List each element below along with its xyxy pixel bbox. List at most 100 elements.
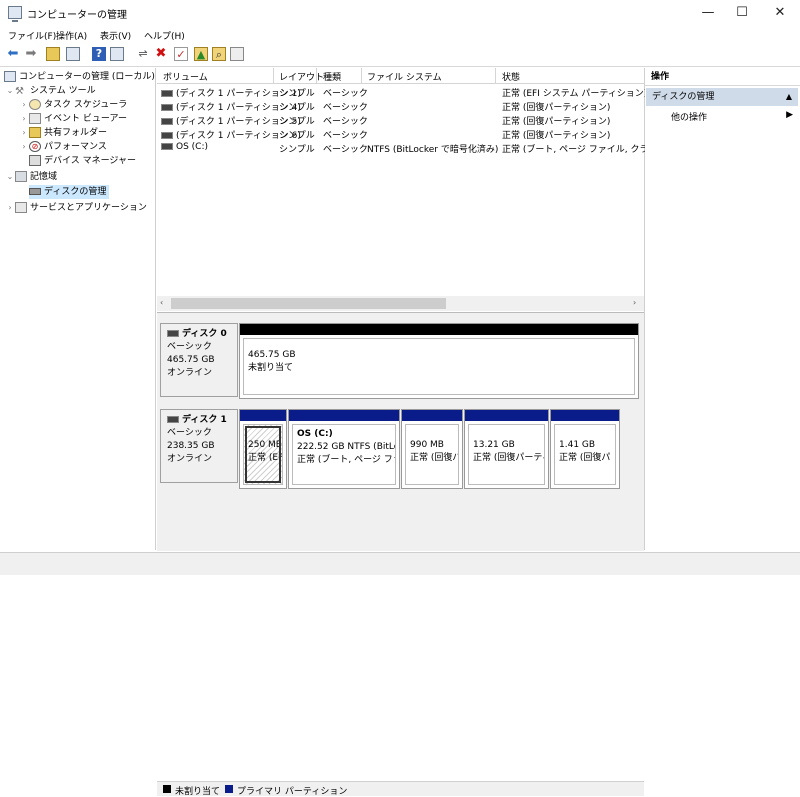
- chevron-down-icon[interactable]: ⌄: [5, 170, 15, 184]
- properties-pane-icon[interactable]: [110, 47, 124, 61]
- volume-list-header: ボリューム レイアウト 種類 ファイル システム 状態: [157, 68, 644, 84]
- tree-item-storage[interactable]: ⌄ 記憶域: [5, 170, 57, 184]
- legend-unallocated: 未割り当て: [175, 787, 221, 797]
- col-status[interactable]: 状態: [502, 70, 520, 83]
- partition-recovery-2[interactable]: 13.21 GB 正常 (回復パーティミ: [464, 409, 549, 489]
- chevron-right-icon[interactable]: ›: [5, 201, 15, 215]
- partition-status: 正常 (回復パーティミ: [473, 453, 544, 463]
- menu-action[interactable]: 操作(A): [56, 29, 87, 42]
- performance-icon: ⊘: [29, 141, 41, 152]
- maximize-button[interactable]: ☐: [724, 0, 760, 26]
- partition-size: 222.52 GB NTFS (BitLock: [297, 442, 395, 452]
- chevron-right-icon[interactable]: ›: [19, 98, 29, 112]
- collapse-up-icon[interactable]: ▲: [786, 88, 792, 106]
- table-row[interactable]: (ディスク 1 パーティション 5) シンプル ベーシック 正常 (回復パーティ…: [157, 113, 637, 127]
- disk1-size: 238.35 GB: [167, 441, 215, 451]
- chevron-right-icon[interactable]: ›: [19, 112, 29, 126]
- unallocated-swatch: [163, 785, 171, 793]
- console-tree-icon[interactable]: [66, 47, 80, 61]
- partition-content: OS (C:) 222.52 GB NTFS (BitLock 正常 (ブート,…: [292, 424, 396, 485]
- computer-management-icon: [8, 6, 22, 22]
- partition-bar: [402, 410, 462, 421]
- action-other-operations[interactable]: 他の操作 ▶: [671, 110, 793, 123]
- partition-status: 正常 (回復パ: [410, 453, 459, 463]
- tree-item-device-manager[interactable]: デバイス マネージャー: [29, 154, 136, 168]
- close-button[interactable]: ✕: [762, 0, 798, 26]
- action-label: 他の操作: [671, 113, 708, 123]
- scroll-left-icon[interactable]: ‹: [160, 298, 163, 307]
- disk0-label[interactable]: ディスク 0 ベーシック 465.75 GB オンライン: [160, 323, 238, 397]
- col-divider[interactable]: [495, 68, 496, 83]
- connect-icon[interactable]: ⇌: [136, 47, 150, 61]
- table-row[interactable]: (ディスク 1 パーティション 6) シンプル ベーシック 正常 (回復パーティ…: [157, 127, 637, 141]
- tree-item-disk-management[interactable]: ディスクの管理: [29, 185, 110, 199]
- tree-item-shared-folders[interactable]: › 共有フォルダー: [19, 126, 107, 140]
- forward-arrow-icon[interactable]: ➡: [24, 47, 38, 61]
- partition-os-c[interactable]: OS (C:) 222.52 GB NTFS (BitLock 正常 (ブート,…: [288, 409, 400, 489]
- menu-file[interactable]: ファイル(F): [8, 29, 56, 42]
- scrollbar-thumb[interactable]: [171, 298, 446, 309]
- minimize-button[interactable]: —: [690, 0, 726, 26]
- display-icon[interactable]: [230, 47, 244, 61]
- tree-item-system-tools[interactable]: ⌄ ⚒ システム ツール: [5, 84, 96, 98]
- volume-status: 正常 (回復パーティション): [502, 103, 611, 113]
- volume-type: ベーシック: [323, 131, 368, 141]
- partition-status: 正常 (回復パ: [559, 453, 611, 463]
- tree-item-services-apps[interactable]: › サービスとアプリケーション: [5, 201, 147, 215]
- col-divider[interactable]: [316, 68, 317, 83]
- partition-bar: [465, 410, 548, 421]
- col-layout[interactable]: レイアウト: [279, 70, 324, 83]
- back-arrow-icon[interactable]: ⬅: [6, 47, 20, 61]
- partition-bar: [240, 324, 638, 335]
- disk-graph-area: ディスク 0 ベーシック 465.75 GB オンライン 465.75 GB 未…: [157, 312, 644, 797]
- partition-recovery-1[interactable]: 990 MB 正常 (回復パ: [401, 409, 463, 489]
- tree-label: ディスクの管理: [44, 187, 107, 197]
- tree-root-label: コンピューターの管理 (ローカル): [19, 72, 155, 82]
- col-volume[interactable]: ボリューム: [163, 70, 208, 83]
- volume-status: 正常 (回復パーティション): [502, 131, 611, 141]
- partition-size: 465.75 GB: [248, 350, 296, 360]
- check-icon[interactable]: ✓: [174, 47, 188, 61]
- scroll-right-icon[interactable]: ›: [633, 298, 636, 307]
- section-label: ディスクの管理: [652, 92, 715, 102]
- help-icon[interactable]: ?: [92, 47, 106, 61]
- tree-root[interactable]: コンピューターの管理 (ローカル): [4, 70, 155, 84]
- actions-section-disk-management[interactable]: ディスクの管理 ▲: [646, 88, 798, 106]
- delete-icon[interactable]: ✖: [154, 47, 168, 61]
- window-title: コンピューターの管理: [27, 10, 127, 21]
- clock-icon: [29, 99, 41, 110]
- horizontal-scrollbar[interactable]: ‹ ›: [157, 296, 644, 311]
- chevron-down-icon[interactable]: ⌄: [5, 84, 15, 98]
- chevron-right-icon[interactable]: ›: [19, 140, 29, 154]
- disk-icon: [167, 330, 179, 337]
- disk-management-pane: ボリューム レイアウト 種類 ファイル システム 状態 (ディスク 1 パーティ…: [157, 68, 676, 797]
- folder-up-icon[interactable]: [46, 47, 60, 61]
- tree-label: タスク スケジューラ: [44, 100, 128, 110]
- table-row[interactable]: OS (C:) シンプル ベーシック NTFS (BitLocker で暗号化済…: [157, 141, 676, 155]
- import-icon[interactable]: ▲: [194, 47, 208, 61]
- col-divider[interactable]: [273, 68, 274, 83]
- partition-title: OS (C:): [297, 429, 333, 439]
- disk1-label[interactable]: ディスク 1 ベーシック 238.35 GB オンライン: [160, 409, 238, 483]
- menu-help[interactable]: ヘルプ(H): [144, 29, 185, 42]
- console-tree: コンピューターの管理 (ローカル) ⌄ ⚒ システム ツール › タスク スケジューラ…: [1, 68, 156, 550]
- shared-folder-icon: [29, 127, 41, 138]
- volume-layout: シンプル: [279, 145, 315, 155]
- volume-icon: [161, 132, 173, 139]
- search-folder-icon[interactable]: ⌕: [212, 47, 226, 61]
- menu-view[interactable]: 表示(V): [100, 29, 131, 42]
- disk0-unallocated-partition[interactable]: 465.75 GB 未割り当て: [239, 323, 639, 399]
- tree-item-performance[interactable]: › ⊘ パフォーマンス: [19, 140, 107, 154]
- partition-bar: [289, 410, 399, 421]
- col-type[interactable]: 種類: [323, 70, 341, 83]
- partition-recovery-3[interactable]: 1.41 GB 正常 (回復パ: [550, 409, 620, 489]
- partition-efi[interactable]: 250 MB 正常 (EFI: [239, 409, 287, 489]
- col-divider[interactable]: [361, 68, 362, 83]
- table-row[interactable]: (ディスク 1 パーティション 4) シンプル ベーシック 正常 (回復パーティ…: [157, 99, 637, 113]
- col-filesystem[interactable]: ファイル システム: [367, 70, 442, 83]
- table-row[interactable]: (ディスク 1 パーティション 1) シンプル ベーシック 正常 (EFI シス…: [157, 85, 647, 99]
- chevron-right-icon[interactable]: ›: [19, 126, 29, 140]
- tree-item-task-scheduler[interactable]: › タスク スケジューラ: [19, 98, 127, 112]
- tree-label: パフォーマンス: [44, 142, 107, 152]
- tree-item-event-viewer[interactable]: › イベント ビューアー: [19, 112, 127, 126]
